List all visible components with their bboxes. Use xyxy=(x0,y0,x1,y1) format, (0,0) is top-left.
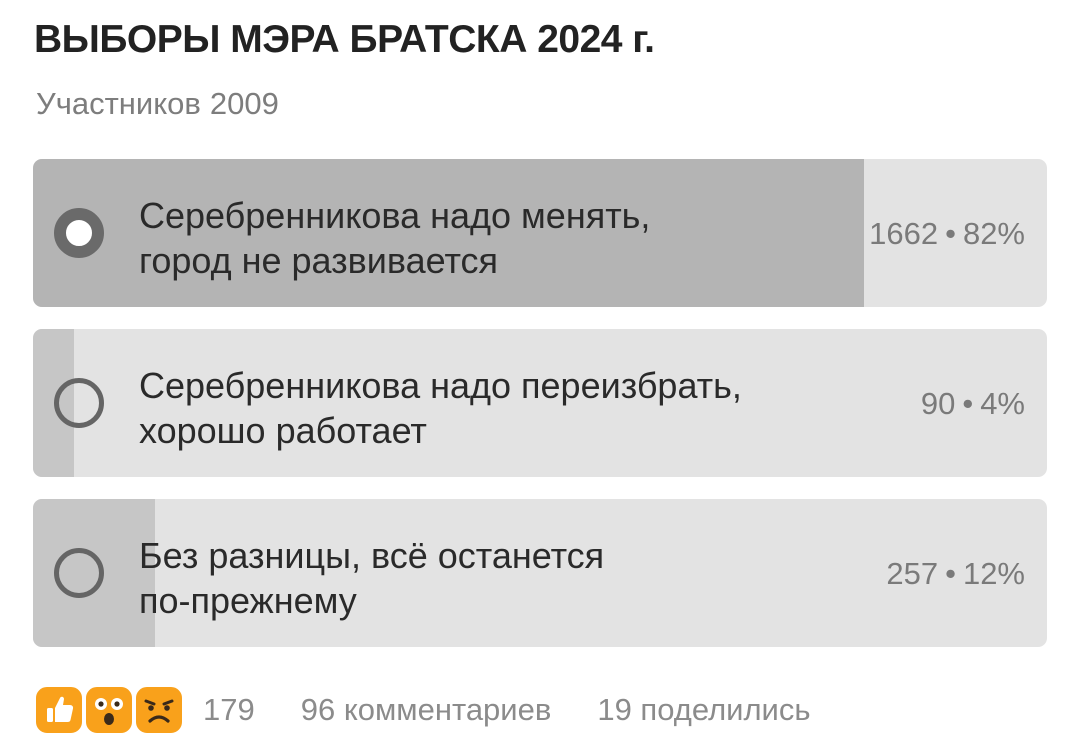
radio-unselected-icon[interactable] xyxy=(54,548,104,598)
option-label: Серебренникова надо менять, город не раз… xyxy=(139,193,839,283)
option-label-line: Без разницы, всё останется xyxy=(139,535,605,576)
option-label-line: хорошо работает xyxy=(139,410,427,451)
surprised-face-icon[interactable] xyxy=(83,684,135,736)
option-stats: 90 • 4% xyxy=(921,386,1025,422)
poll-option-reelect[interactable]: Серебренникова надо переизбрать, хорошо … xyxy=(33,329,1047,477)
thumbs-up-icon[interactable] xyxy=(33,684,85,736)
poll-title: ВЫБОРЫ МЭРА БРАТСКА 2024 г. xyxy=(34,18,655,61)
separator-dot: • xyxy=(962,386,974,421)
participants-count: 2009 xyxy=(209,86,279,121)
option-stats: 1662 • 82% xyxy=(869,216,1025,252)
participants-label: Участников xyxy=(36,86,201,121)
option-label: Серебренникова надо переизбрать, хорошо … xyxy=(139,363,839,453)
poll-option-replace[interactable]: Серебренникова надо менять, город не раз… xyxy=(33,159,1047,307)
vote-percent: 12% xyxy=(962,556,1025,591)
sad-face-icon[interactable] xyxy=(133,684,185,736)
participants-info: Участников 2009 xyxy=(36,86,279,122)
vote-count: 1662 xyxy=(869,216,939,251)
separator-dot: • xyxy=(945,216,956,251)
poll-option-no-difference[interactable]: Без разницы, всё останется по-прежнему 2… xyxy=(33,499,1047,647)
option-label-line: Серебренникова надо менять, xyxy=(139,195,651,236)
option-label-line: Серебренникова надо переизбрать, xyxy=(139,365,742,406)
vote-count: 257 xyxy=(886,556,939,591)
separator-dot: • xyxy=(945,556,956,591)
vote-percent: 4% xyxy=(980,386,1025,421)
poll-footer: 179 96 комментариев 19 поделились xyxy=(33,680,811,740)
shares-link[interactable]: 19 поделились xyxy=(597,692,810,728)
reaction-count[interactable]: 179 xyxy=(203,692,255,728)
option-stats: 257 • 12% xyxy=(886,556,1025,592)
option-label: Без разницы, всё останется по-прежнему xyxy=(139,533,839,623)
vote-count: 90 xyxy=(920,386,956,421)
option-label-line: по-прежнему xyxy=(139,580,357,621)
comments-link[interactable]: 96 комментариев xyxy=(301,692,552,728)
radio-selected-icon[interactable] xyxy=(54,208,104,258)
vote-percent: 82% xyxy=(962,216,1025,251)
radio-unselected-icon[interactable] xyxy=(54,378,104,428)
option-label-line: город не развивается xyxy=(139,240,499,281)
